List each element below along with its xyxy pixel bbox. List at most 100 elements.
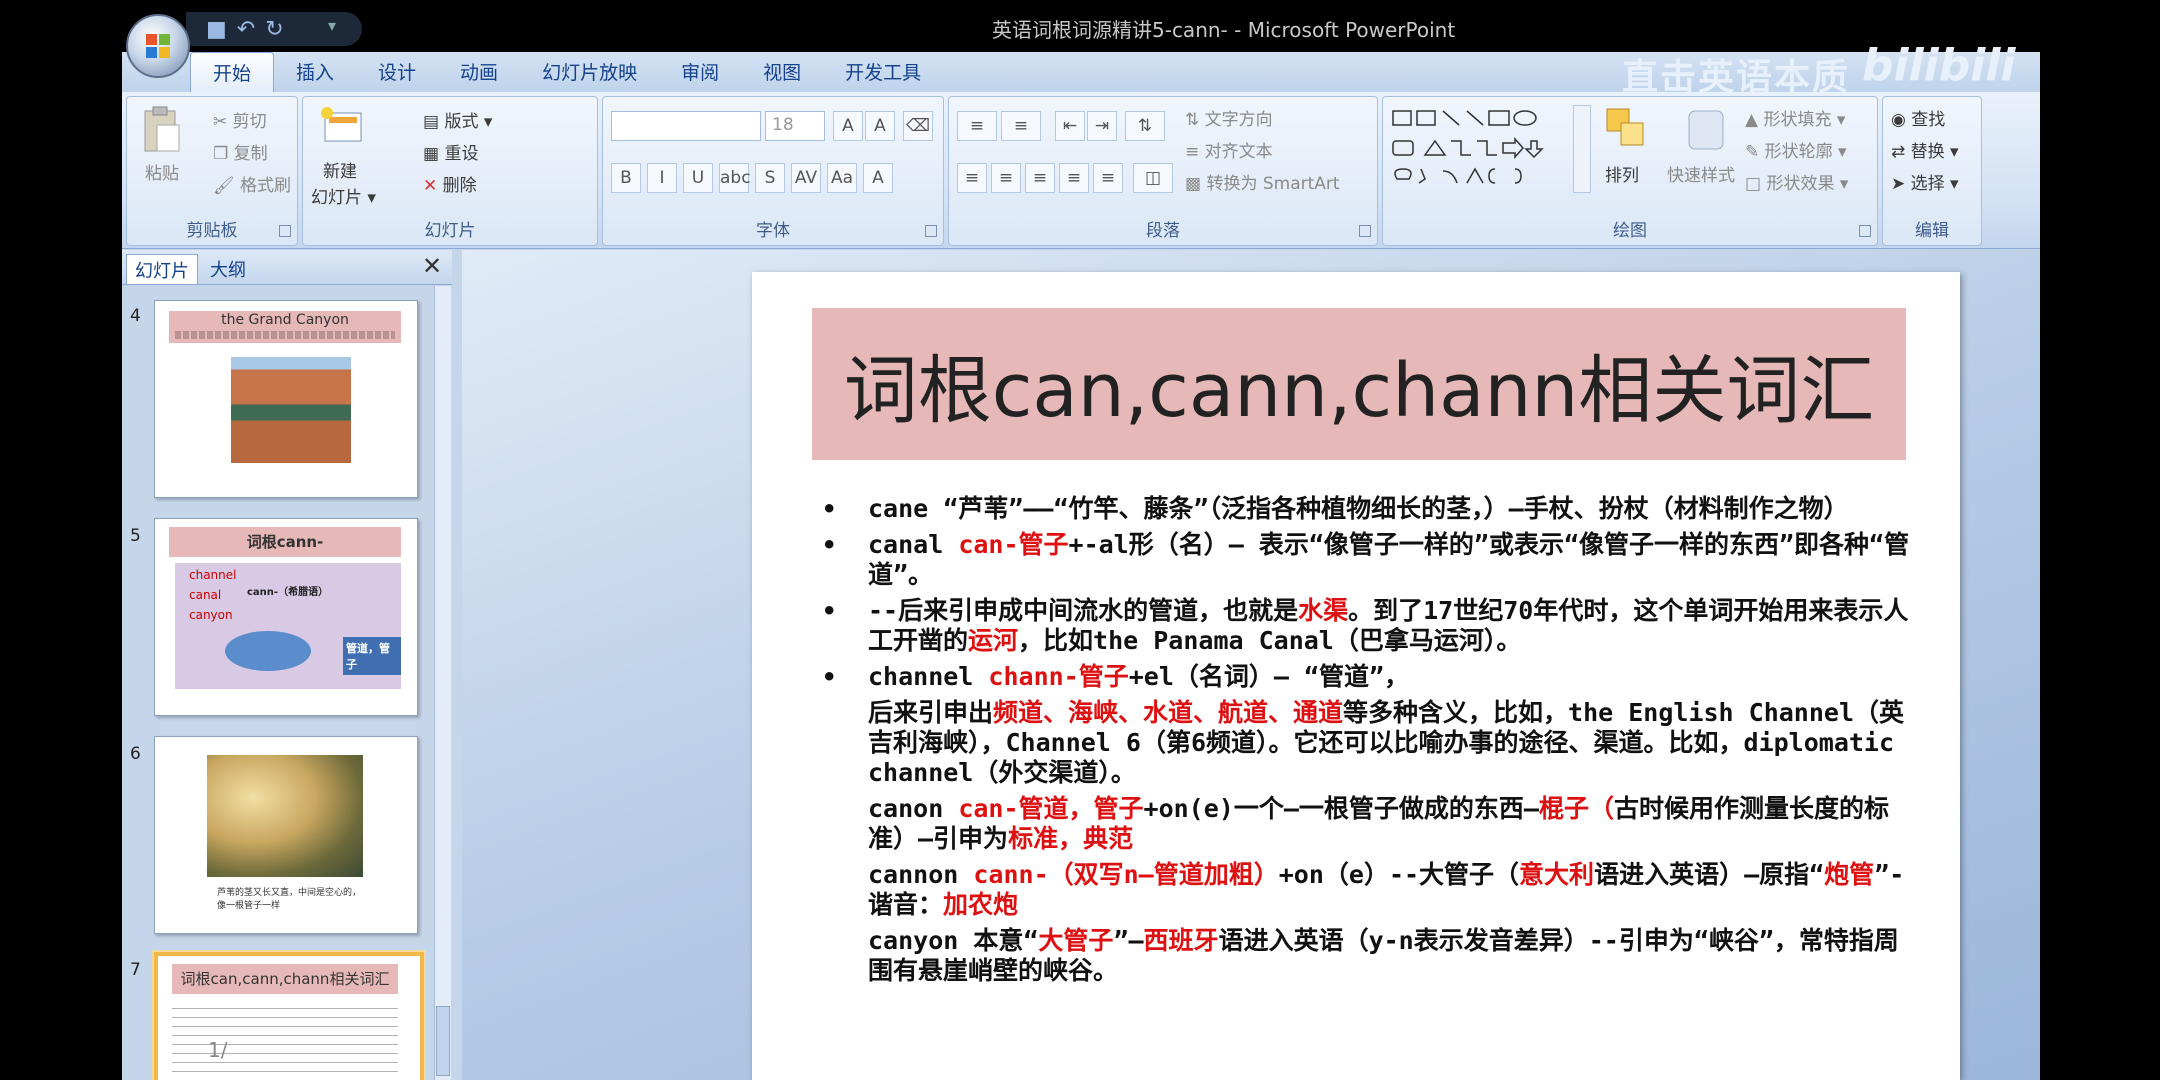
- select-button[interactable]: ➤ 选择 ▾: [1891, 169, 1959, 194]
- bullet-text: +on（e）--大管子（: [1278, 860, 1520, 889]
- ribbon-tab[interactable]: 设计: [356, 52, 438, 92]
- font-group-label: 字体: [756, 221, 790, 241]
- font-format-button[interactable]: U: [683, 163, 713, 193]
- font-format-button[interactable]: abc: [719, 163, 751, 193]
- shape-outline-button[interactable]: ✎ 形状轮廓 ▾: [1745, 137, 1847, 162]
- justify-icon[interactable]: ≡: [1059, 163, 1089, 193]
- shape-fill-button[interactable]: ▲ 形状填充 ▾: [1745, 105, 1845, 130]
- customize-toolbar-icon[interactable]: ▾: [328, 16, 336, 35]
- slide-thumbnail-4[interactable]: the Grand Canyon: [154, 300, 418, 498]
- panel-scrollbar[interactable]: [434, 286, 451, 1080]
- layout-button[interactable]: ▤ 版式 ▾: [423, 107, 492, 132]
- reset-label: 重设: [444, 144, 479, 164]
- slide-thumbnail-7[interactable]: 词根can,cann,chann相关词汇: [154, 952, 424, 1080]
- format-painter-button[interactable]: 🖌 格式刷: [213, 171, 291, 196]
- highlighted-text: can-管子: [958, 530, 1069, 559]
- slide-thumbnail-5[interactable]: 词根cann- channel canal canyon cann-（希腊语） …: [154, 518, 418, 716]
- font-format-button[interactable]: AV: [791, 163, 821, 193]
- slide-bullet: canyon 本意“大管子”—西班牙语进入英语（y-n表示发音差异）--引申为“…: [812, 926, 1912, 986]
- ribbon-tab[interactable]: 插入: [274, 52, 356, 92]
- line-spacing-icon[interactable]: ⇅: [1125, 111, 1165, 141]
- paste-icon[interactable]: [141, 105, 183, 155]
- delete-slide-button[interactable]: ✕ 删除: [423, 171, 477, 196]
- slide-number: 4: [130, 306, 141, 326]
- bullets-icon[interactable]: ≡: [957, 111, 997, 141]
- ribbon-tab[interactable]: 开发工具: [823, 52, 943, 92]
- font-size-combo[interactable]: 18: [765, 111, 825, 141]
- font-family-combo[interactable]: [611, 111, 761, 141]
- font-group: 18 A A ⌫ B I Uabc S AV Aa A 字体: [602, 96, 944, 246]
- ribbon-tab[interactable]: 动画: [438, 52, 520, 92]
- shape-effects-label: 形状效果: [1766, 174, 1835, 194]
- ribbon-tab[interactable]: 开始: [190, 52, 275, 93]
- grow-font-icon[interactable]: A: [833, 111, 863, 141]
- clipboard-dialog-launcher[interactable]: [279, 225, 291, 237]
- redo-icon[interactable]: ↻: [265, 17, 283, 42]
- ribbon-tab[interactable]: 视图: [741, 52, 823, 92]
- new-slide-button[interactable]: 新建: [323, 157, 357, 182]
- ribbon-tab[interactable]: 审阅: [659, 52, 741, 92]
- save-icon[interactable]: ■: [206, 17, 227, 42]
- arrange-icon[interactable]: [1603, 105, 1653, 155]
- ribbon-tab[interactable]: 幻灯片放映: [520, 52, 659, 92]
- shape-effects-button[interactable]: □ 形状效果 ▾: [1745, 169, 1848, 194]
- shapes-gallery-scroll[interactable]: [1573, 105, 1591, 193]
- quick-styles-button[interactable]: 快速样式: [1667, 161, 1735, 186]
- tab-slides[interactable]: 幻灯片: [126, 254, 198, 284]
- drawing-group-label: 绘图: [1613, 221, 1647, 241]
- tab-outline[interactable]: 大纲: [202, 254, 254, 284]
- clear-format-icon[interactable]: ⌫: [903, 111, 933, 141]
- thumb-ellipse: [225, 631, 311, 671]
- font-format-button[interactable]: I: [647, 163, 677, 193]
- cut-button[interactable]: ✂ 剪切: [213, 107, 267, 132]
- current-slide[interactable]: 词根can,cann,chann相关词汇 • cane “芦苇”——“竹竿、藤条…: [752, 272, 1960, 1080]
- reset-icon: ▦: [423, 144, 445, 164]
- close-panel-icon[interactable]: ✕: [422, 252, 442, 280]
- slide-thumbnail-6[interactable]: 芦苇的茎又长又直，中间是空心的，像一根管子一样: [154, 736, 418, 934]
- font-format-button[interactable]: B: [611, 163, 641, 193]
- align-right-icon[interactable]: ≡: [1025, 163, 1055, 193]
- distributed-icon[interactable]: ≡: [1093, 163, 1123, 193]
- bullet-text: +on(e)一个—一根管子做成的东西—: [1143, 794, 1539, 823]
- slide-body[interactable]: • cane “芦苇”——“竹竿、藤条”（泛指各种植物细长的茎，）—手杖、扮杖（…: [812, 494, 1912, 992]
- new-slide-icon[interactable]: [319, 105, 365, 147]
- text-direction-button[interactable]: ⇅ 文字方向: [1185, 105, 1273, 130]
- font-format-button[interactable]: A: [863, 163, 893, 193]
- align-center-icon[interactable]: ≡: [991, 163, 1021, 193]
- highlighted-text: 运河: [968, 626, 1019, 655]
- slide-bullet: cannon cann-（双写n—管道加粗）+on（e）--大管子（意大利语进入…: [812, 860, 1912, 920]
- paragraph-group-label: 段落: [1146, 221, 1180, 241]
- scrollbar-thumb[interactable]: [436, 1006, 450, 1076]
- slide-bullet: 后来引申出频道、海峡、水道、航道、通道等多种含义，比如，the English …: [812, 698, 1912, 788]
- reset-button[interactable]: ▦ 重设: [423, 139, 478, 164]
- font-dialog-launcher[interactable]: [925, 225, 937, 237]
- quick-styles-icon[interactable]: [1683, 105, 1733, 155]
- align-text-button[interactable]: ≡ 对齐文本: [1185, 137, 1273, 162]
- thumb-title-bar: 词根can,cann,chann相关词汇: [172, 964, 398, 994]
- increase-indent-icon[interactable]: ⇥: [1087, 111, 1117, 141]
- paragraph-dialog-launcher[interactable]: [1359, 225, 1371, 237]
- office-button[interactable]: [126, 14, 190, 78]
- clipboard-group: 粘贴 ✂ 剪切 ❐ 复制 🖌 格式刷 剪贴板: [126, 96, 298, 246]
- paste-button[interactable]: 粘贴: [145, 159, 179, 184]
- convert-smartart-button[interactable]: ▩ 转换为 SmartArt: [1185, 169, 1340, 194]
- find-button[interactable]: ◉ 查找: [1891, 105, 1945, 130]
- copy-button[interactable]: ❐ 复制: [213, 139, 268, 164]
- text-direction-icon: ⇅: [1185, 110, 1205, 130]
- shrink-font-icon[interactable]: A: [865, 111, 895, 141]
- panel-tabs: 幻灯片 大纲 ✕: [122, 250, 452, 285]
- slides-group: 新建 幻灯片 ▾ ▤ 版式 ▾ ▦ 重设 ✕ 删除 幻灯片: [302, 96, 598, 246]
- numbering-icon[interactable]: ≡: [1001, 111, 1041, 141]
- shapes-gallery[interactable]: [1391, 107, 1587, 193]
- undo-icon[interactable]: ↶: [237, 17, 255, 42]
- drawing-dialog-launcher[interactable]: [1859, 225, 1871, 237]
- decrease-indent-icon[interactable]: ⇤: [1055, 111, 1085, 141]
- arrange-button[interactable]: 排列: [1605, 161, 1639, 186]
- columns-icon[interactable]: ◫: [1133, 163, 1173, 193]
- slide-title[interactable]: 词根can,cann,chann相关词汇: [812, 308, 1906, 460]
- new-slide-dropdown[interactable]: 幻灯片 ▾: [311, 183, 376, 208]
- font-format-button[interactable]: Aa: [827, 163, 857, 193]
- align-left-icon[interactable]: ≡: [957, 163, 987, 193]
- font-format-button[interactable]: S: [755, 163, 785, 193]
- replace-button[interactable]: ⇄ 替换 ▾: [1891, 137, 1959, 162]
